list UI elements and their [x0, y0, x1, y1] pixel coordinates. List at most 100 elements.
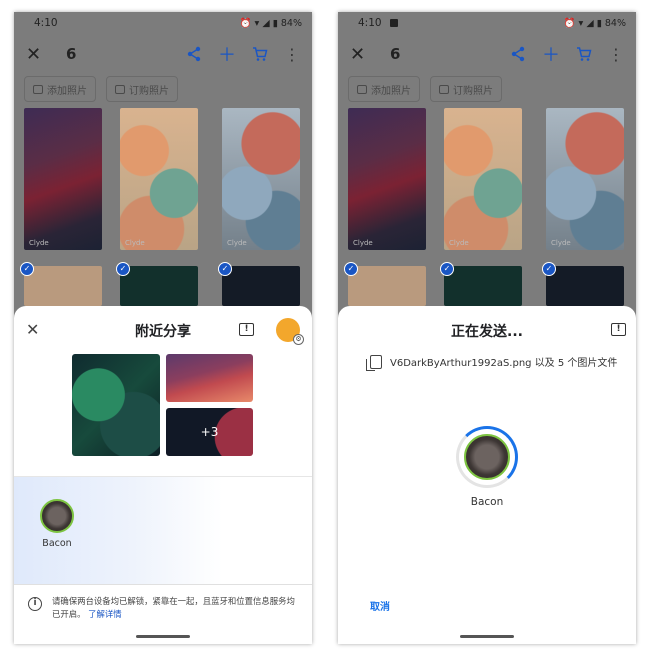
top-app-bar: ✕ 6 ＋ ⋮: [338, 34, 636, 74]
photo-thumbnail[interactable]: Clyde: [546, 108, 624, 250]
image-notification-icon: [389, 19, 398, 27]
thumb-label: Clyde: [551, 239, 571, 247]
nearby-devices-area: Bacon: [14, 476, 312, 584]
chip-label: 添加照片: [47, 85, 87, 97]
order-photo-chip[interactable]: 订购照片: [106, 76, 178, 102]
nearby-device[interactable]: Bacon: [36, 499, 78, 549]
feedback-icon[interactable]: !: [611, 323, 626, 336]
check-icon[interactable]: ✓: [116, 262, 130, 276]
preview-image-secondary: [166, 354, 253, 402]
phone-sending: 4:10 ⏰ ▾ ◢ ▮ 84% ✕ 6 ＋ ⋮ 添加照片 订购照片 Clyde…: [338, 12, 636, 644]
order-photo-chip[interactable]: 订购照片: [430, 76, 502, 102]
photo-thumbnail[interactable]: Clyde: [222, 108, 300, 250]
thumb-label: Clyde: [125, 239, 145, 247]
chip-label: 添加照片: [371, 85, 411, 97]
app-bar-actions: ＋ ⋮: [186, 41, 300, 67]
sheet-title: 正在发送...: [451, 324, 523, 340]
signal-icon: ◢: [586, 17, 594, 29]
battery-icon: ▮: [596, 17, 602, 29]
photo-grid: Clyde Clyde Clyde ✓ ✓ ✓: [20, 108, 312, 308]
file-summary: V6DarkByArthur1992aS.png 以及 5 个图片文件: [366, 354, 618, 371]
thumb-label: Clyde: [353, 239, 373, 247]
status-icons: ⏰ ▾ ◢ ▮ 84%: [240, 18, 302, 29]
cancel-button[interactable]: 取消: [370, 598, 390, 613]
info-icon: i: [28, 597, 42, 611]
status-icons: ⏰ ▾ ◢ ▮ 84%: [564, 18, 626, 29]
top-app-bar: ✕ 6 ＋ ⋮: [14, 34, 312, 74]
cart-icon[interactable]: [576, 46, 592, 62]
add-photo-chip[interactable]: 添加照片: [348, 76, 420, 102]
plus-icon[interactable]: ＋: [218, 41, 236, 67]
photo-thumbnail[interactable]: Clyde: [348, 108, 426, 250]
photo-thumbnail[interactable]: [444, 266, 522, 306]
sheet-title: 附近分享: [135, 324, 191, 340]
status-time: 4:10: [34, 17, 58, 29]
photo-thumbnail[interactable]: [348, 266, 426, 306]
gesture-nav-bar: [14, 630, 312, 644]
file-summary-text: V6DarkByArthur1992aS.png 以及 5 个图片文件: [390, 358, 618, 369]
close-icon[interactable]: ✕: [350, 44, 374, 65]
close-icon[interactable]: ✕: [26, 44, 50, 65]
sending-sheet: 正在发送... ! V6DarkByArthur1992aS.png 以及 5 …: [338, 306, 636, 644]
info-bar: i 请确保两台设备均已解锁，紧靠在一起，且蓝牙和位置信息服务均已开启。 了解详情: [14, 584, 312, 626]
thumb-label: Clyde: [29, 239, 49, 247]
alarm-icon: ⏰: [563, 17, 576, 29]
photo-thumbnail[interactable]: Clyde: [24, 108, 102, 250]
send-progress-ring: [456, 426, 518, 488]
check-icon[interactable]: ✓: [440, 262, 454, 276]
learn-more-link[interactable]: 了解详情: [88, 609, 122, 619]
selected-count: 6: [390, 45, 401, 63]
preview-more-count: +3: [166, 408, 253, 456]
wifi-icon: ▾: [578, 17, 584, 29]
check-icon[interactable]: ✓: [218, 262, 232, 276]
thumb-label: Clyde: [227, 239, 247, 247]
battery-level: 84%: [604, 17, 626, 29]
device-name: Bacon: [470, 496, 504, 508]
cart-icon: [439, 84, 449, 94]
share-icon[interactable]: [510, 46, 526, 62]
photo-thumbnail[interactable]: [546, 266, 624, 306]
info-text: 请确保两台设备均已解锁，紧靠在一起，且蓝牙和位置信息服务均已开启。 了解详情: [52, 595, 298, 621]
phone-nearby-share: 4:10 ⏰ ▾ ◢ ▮ 84% ✕ 6 ＋ ⋮ 添加照片 订购照片 Clyde…: [14, 12, 312, 644]
check-icon[interactable]: ✓: [344, 262, 358, 276]
app-bar-actions: ＋ ⋮: [510, 41, 624, 67]
device-avatar: [40, 499, 74, 533]
photo-thumbnail[interactable]: Clyde: [120, 108, 198, 250]
gear-icon: ⚙: [293, 334, 304, 345]
cart-icon[interactable]: [252, 46, 268, 62]
battery-level: 84%: [280, 17, 302, 29]
avatar[interactable]: ⚙: [276, 318, 304, 345]
sheet-header: ✕ 附近分享 ! ⚙: [14, 318, 312, 345]
feedback-icon[interactable]: !: [239, 323, 254, 336]
action-chips: 添加照片 订购照片: [24, 76, 312, 102]
share-icon[interactable]: [186, 46, 202, 62]
nav-handle[interactable]: [460, 635, 514, 638]
gesture-nav-bar: [338, 630, 636, 644]
thumb-label: Clyde: [449, 239, 469, 247]
target-device: Bacon: [456, 426, 518, 508]
battery-icon: ▮: [272, 17, 278, 29]
preview-image-main: [72, 354, 160, 456]
cart-icon: [115, 84, 125, 94]
status-bar: 4:10 ⏰ ▾ ◢ ▮ 84%: [338, 12, 636, 34]
check-icon[interactable]: ✓: [20, 262, 34, 276]
signal-icon: ◢: [262, 17, 270, 29]
add-photo-chip[interactable]: 添加照片: [24, 76, 96, 102]
chip-label: 订购照片: [129, 85, 169, 97]
more-vert-icon[interactable]: ⋮: [284, 45, 300, 64]
selected-count: 6: [66, 45, 77, 63]
photo-grid: Clyde Clyde Clyde ✓ ✓ ✓: [344, 108, 636, 308]
status-bar: 4:10 ⏰ ▾ ◢ ▮ 84%: [14, 12, 312, 34]
add-photo-icon: [33, 84, 43, 94]
photo-thumbnail[interactable]: [222, 266, 300, 306]
photo-thumbnail[interactable]: [24, 266, 102, 306]
more-vert-icon[interactable]: ⋮: [608, 45, 624, 64]
check-icon[interactable]: ✓: [542, 262, 556, 276]
plus-icon[interactable]: ＋: [542, 41, 560, 67]
photo-thumbnail[interactable]: Clyde: [444, 108, 522, 250]
device-name: Bacon: [42, 538, 72, 549]
wifi-icon: ▾: [254, 17, 260, 29]
file-icon: [366, 354, 382, 371]
photo-thumbnail[interactable]: [120, 266, 198, 306]
nav-handle[interactable]: [136, 635, 190, 638]
